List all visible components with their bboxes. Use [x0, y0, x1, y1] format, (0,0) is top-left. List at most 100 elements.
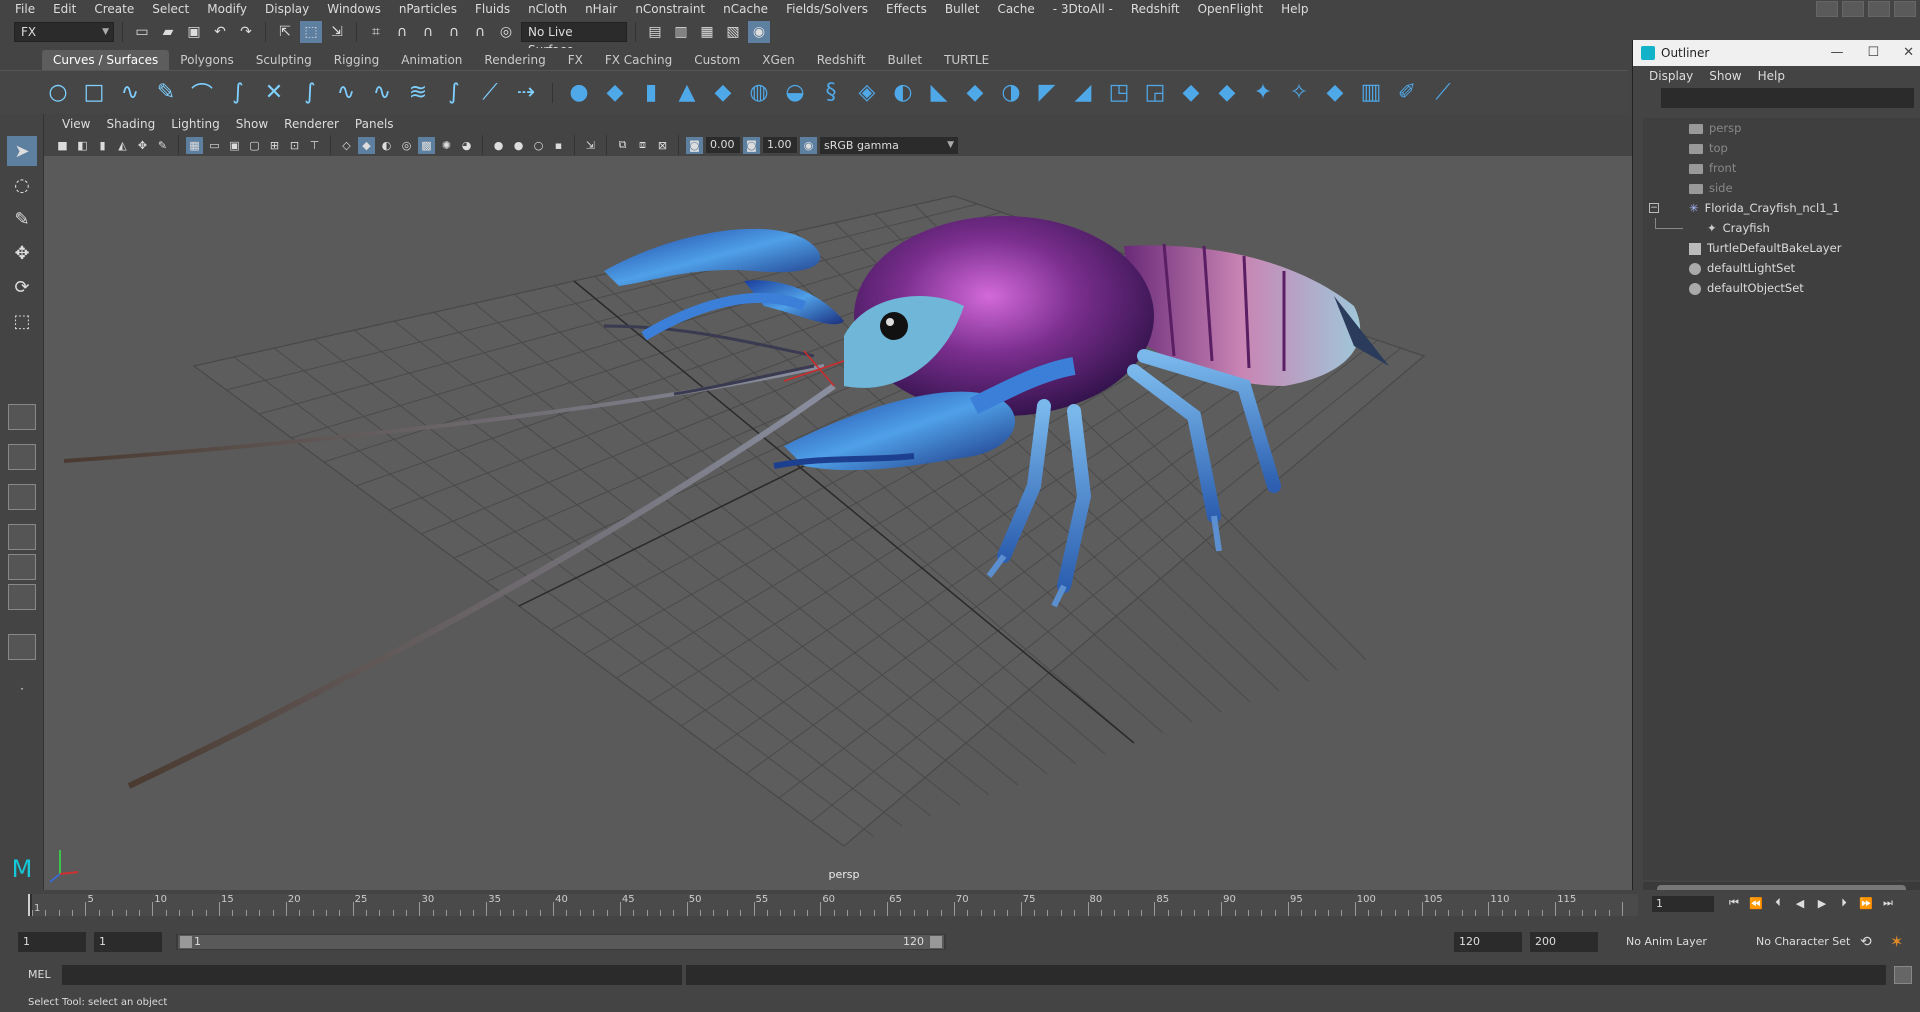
layout-icon[interactable]: [1842, 1, 1864, 17]
attach-surfaces-icon[interactable]: ◆: [1213, 79, 1241, 107]
tab-sculpting[interactable]: Sculpting: [245, 50, 323, 70]
outliner-item-florida-crayfish[interactable]: − ✳ Florida_Crayfish_ncl1_1: [1643, 198, 1920, 218]
tab-rendering[interactable]: Rendering: [473, 50, 556, 70]
menu-edit[interactable]: Edit: [44, 0, 85, 18]
wireframe-on-shaded-icon[interactable]: ◎: [398, 137, 415, 154]
project-curve-icon[interactable]: ◲: [1141, 79, 1169, 107]
outliner-menu-display[interactable]: Display: [1641, 69, 1701, 83]
select-hierarchy-icon[interactable]: ⇱: [274, 21, 296, 43]
exposure-icon[interactable]: ◙: [686, 136, 703, 154]
menu-ncloth[interactable]: nCloth: [519, 0, 576, 18]
menu-display[interactable]: Display: [256, 0, 318, 18]
rotate-tool-icon[interactable]: ⟳: [7, 272, 37, 302]
xray-joints-icon[interactable]: ⧈: [634, 137, 651, 154]
3d-viewport[interactable]: persp: [44, 156, 1634, 890]
resolution-gate-icon[interactable]: ▣: [226, 137, 243, 154]
step-back-key-icon[interactable]: ⏪: [1748, 894, 1764, 912]
menu-bullet[interactable]: Bullet: [936, 0, 989, 18]
outliner-menu-help[interactable]: Help: [1750, 69, 1793, 83]
planar-icon[interactable]: ◈: [853, 79, 881, 107]
open-close-icon[interactable]: ◆: [1321, 79, 1349, 107]
menu-fluids[interactable]: Fluids: [466, 0, 519, 18]
select-tool-icon[interactable]: ➤: [7, 136, 37, 166]
default-material-icon[interactable]: ◐: [378, 137, 395, 154]
snap-curve-icon[interactable]: ∩: [391, 21, 413, 43]
motion-blur-icon[interactable]: ●: [510, 137, 527, 154]
range-end-handle[interactable]: [930, 936, 942, 948]
outliner-titlebar[interactable]: Outliner — ☐ ✕: [1633, 40, 1920, 66]
menu-help[interactable]: Help: [1272, 0, 1317, 18]
three-pane-layout-icon[interactable]: [8, 584, 36, 610]
sculpt-geometry-icon[interactable]: ✐: [1393, 79, 1421, 107]
viewport-menu-shading[interactable]: Shading: [98, 117, 163, 131]
viewport-menu-renderer[interactable]: Renderer: [276, 117, 347, 131]
gate-mask-icon[interactable]: ▢: [246, 137, 263, 154]
film-gate-icon[interactable]: ▭: [206, 137, 223, 154]
snap-view-icon[interactable]: ∩: [443, 21, 465, 43]
playhead[interactable]: [28, 894, 32, 916]
rebuild-curve-icon[interactable]: ∫: [440, 79, 468, 107]
bookmark-icon[interactable]: ▮: [94, 137, 111, 154]
step-back-frame-icon[interactable]: ⏴: [1770, 894, 1786, 912]
tab-animation[interactable]: Animation: [390, 50, 473, 70]
menu-openflight[interactable]: OpenFlight: [1189, 0, 1273, 18]
bezier-curve-icon[interactable]: ⌒: [188, 79, 216, 108]
outliner-item-persp[interactable]: persp: [1643, 118, 1920, 138]
undo-icon[interactable]: ↶: [209, 21, 231, 43]
tab-rigging[interactable]: Rigging: [323, 50, 390, 70]
hypershade-icon[interactable]: ▧: [722, 21, 744, 43]
two-pane-layout-icon[interactable]: [8, 484, 36, 510]
scale-tool-icon[interactable]: ⬚: [7, 306, 37, 336]
snap-grid-icon[interactable]: ⌗: [365, 21, 387, 43]
grid-icon[interactable]: ▦: [186, 136, 203, 154]
menu-windows[interactable]: Windows: [318, 0, 390, 18]
offset-curve-icon[interactable]: ≋: [404, 79, 432, 107]
trim-tool-icon[interactable]: ◢: [1069, 79, 1097, 107]
detach-surfaces-icon[interactable]: ✦: [1249, 79, 1277, 107]
redo-icon[interactable]: ↷: [235, 21, 257, 43]
select-component-icon[interactable]: ⇲: [326, 21, 348, 43]
intersect-surfaces-icon[interactable]: ◆: [1177, 79, 1205, 107]
menu-nhair[interactable]: nHair: [576, 0, 626, 18]
tab-polygons[interactable]: Polygons: [169, 50, 244, 70]
anti-aliasing-icon[interactable]: ○: [530, 137, 547, 154]
select-object-icon[interactable]: ⬚: [300, 21, 322, 43]
menu-nconstraint[interactable]: nConstraint: [626, 0, 714, 18]
close-icon[interactable]: ✕: [1903, 45, 1914, 60]
outliner-item-side[interactable]: side: [1643, 178, 1920, 198]
lasso-tool-icon[interactable]: ◌: [7, 170, 37, 200]
nurbs-cone-icon[interactable]: ▲: [673, 79, 701, 107]
field-chart-icon[interactable]: ⊞: [266, 137, 283, 154]
outliner-item-crayfish[interactable]: ✦ Crayfish: [1643, 218, 1920, 238]
workspace-icon[interactable]: [1816, 1, 1838, 17]
viewport-menu-lighting[interactable]: Lighting: [163, 117, 228, 131]
outliner-item-top[interactable]: top: [1643, 138, 1920, 158]
animation-end-field[interactable]: 200: [1530, 932, 1598, 952]
persp-outliner-layout-icon[interactable]: [8, 524, 36, 550]
extrude-icon[interactable]: ◐: [889, 79, 917, 107]
add-points-icon[interactable]: ⟋: [476, 79, 504, 107]
render-view-icon[interactable]: ◉: [748, 21, 770, 43]
gamma-field[interactable]: 1.00: [763, 137, 797, 153]
render-settings-icon[interactable]: ▦: [696, 21, 718, 43]
live-surface-field[interactable]: No Live Surface: [521, 22, 627, 57]
save-scene-icon[interactable]: ▣: [183, 21, 205, 43]
outliner-item-default-light-set[interactable]: defaultLightSet: [1643, 258, 1920, 278]
play-forward-icon[interactable]: ▶: [1814, 894, 1830, 912]
menu-ncache[interactable]: nCache: [714, 0, 777, 18]
attach-curves-icon[interactable]: ✕: [260, 79, 288, 107]
step-forward-frame-icon[interactable]: ⏵: [1836, 894, 1852, 912]
anim-layer-dropdown[interactable]: No Anim Layer ▼: [1620, 932, 1764, 952]
open-scene-icon[interactable]: ▰: [157, 21, 179, 43]
bevel-plus-icon[interactable]: ◆: [961, 79, 989, 107]
single-pane-layout-icon[interactable]: [8, 404, 36, 430]
extend-curve-icon[interactable]: ∿: [368, 79, 396, 107]
snap-point-icon[interactable]: ∩: [417, 21, 439, 43]
tab-xgen[interactable]: XGen: [751, 50, 806, 70]
surface-edit-icon[interactable]: ⟋: [1429, 79, 1457, 107]
snap-surface-icon[interactable]: ∩: [469, 21, 491, 43]
nurbs-cylinder-icon[interactable]: ▮: [637, 79, 665, 107]
go-to-end-icon[interactable]: ⏭: [1880, 894, 1896, 912]
nurbs-cube-icon[interactable]: ◆: [601, 79, 629, 107]
tab-custom[interactable]: Custom: [683, 50, 751, 70]
